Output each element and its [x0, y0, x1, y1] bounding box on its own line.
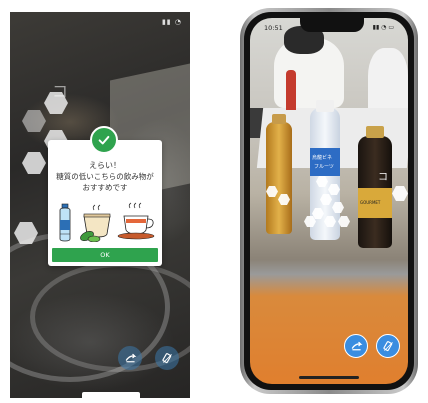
check-icon: [98, 135, 110, 145]
success-badge: [90, 126, 118, 154]
tea-bottle-cap: [272, 114, 286, 124]
tea-cup-icon: [80, 204, 111, 242]
bottle-label-subtext: フルーツ: [314, 164, 334, 170]
status-bar: ▮▮ ◔: [161, 18, 182, 26]
drink-illustrations: [59, 202, 155, 242]
coffee-label-text: GOURMET: [360, 200, 381, 205]
camera-button[interactable]: [376, 334, 400, 358]
detection-hexagon: [22, 152, 46, 174]
camera-icon: [161, 352, 172, 363]
tea-bottle: [266, 122, 292, 234]
detected-label: コ: [378, 172, 388, 183]
share-button[interactable]: [344, 334, 368, 358]
background-bottle: [286, 70, 296, 110]
bottle-label-text: 烏龍ビネ: [312, 155, 333, 161]
coffee-cup-icon: [117, 202, 155, 240]
status-icons: ▮▮ ◔ ▭: [372, 24, 394, 31]
dialog-message: 糖質の低いこちらの飲み物がおすすめです: [56, 172, 154, 192]
camera-icon: [382, 340, 393, 351]
right-app-screen: 10:51 ▮▮ ◔ ▭ 烏龍ビネ フルーツ GOURMET コ: [250, 18, 408, 384]
detection-hexagon: [392, 186, 408, 201]
phone-notch: [300, 18, 364, 32]
bottom-tab-indicator: [82, 392, 140, 398]
share-button[interactable]: [118, 346, 142, 370]
stage: ▮▮ ◔ コ えらい！ 糖質の低いこちらの飲み物がおすすめです OK 10:51…: [0, 0, 428, 403]
detection-hexagon: [22, 110, 46, 132]
status-time: 10:51: [264, 24, 283, 32]
phone-frame: 10:51 ▮▮ ◔ ▭ 烏龍ビネ フルーツ GOURMET コ: [240, 8, 418, 394]
water-bottle-icon: [59, 203, 71, 242]
coffee-bottle-cap: [366, 126, 384, 138]
dialog-title: えらい！: [89, 161, 121, 170]
clear-bottle-label: [310, 148, 340, 176]
home-indicator[interactable]: [299, 376, 359, 379]
clear-bottle-cap: [316, 100, 334, 112]
ok-button[interactable]: OK: [52, 248, 158, 262]
phone-bezel: 10:51 ▮▮ ◔ ▭ 烏龍ビネ フルーツ GOURMET コ: [244, 12, 414, 390]
recommendation-dialog: えらい！ 糖質の低いこちらの飲み物がおすすめです OK: [48, 140, 162, 266]
share-icon: [351, 341, 362, 350]
share-icon: [125, 353, 136, 362]
camera-button[interactable]: [155, 346, 179, 370]
detected-label: コ: [52, 82, 69, 101]
